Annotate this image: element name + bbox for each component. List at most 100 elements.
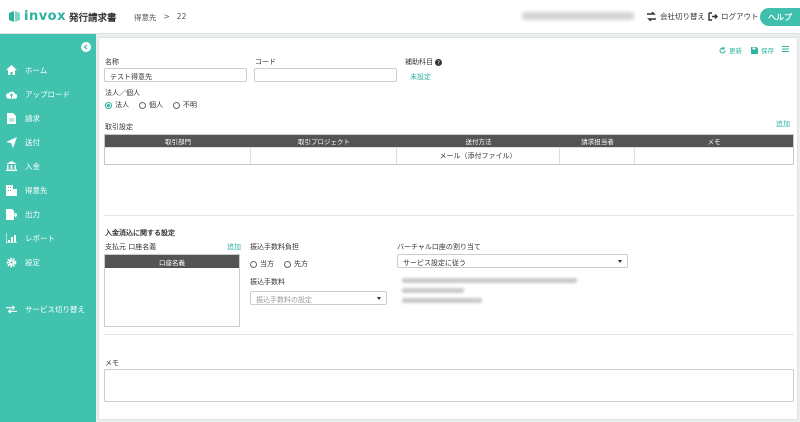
memo-textarea[interactable] [104, 369, 794, 402]
arrow-left-icon [83, 44, 88, 50]
customer-detail-panel: 更新 保存 名称 テスト得意先 コード 補助科目 ? 未設定 法人／個人 法人 … [98, 37, 798, 420]
entity-label: 法人／個人 [105, 89, 140, 97]
breadcrumb-current: 22 [176, 12, 187, 21]
sidebar-item-label: ホーム [25, 65, 48, 75]
radio-label: 不明 [183, 101, 197, 109]
save-button[interactable]: 保存 [751, 45, 774, 55]
sidebar-item-settings[interactable]: 設定 [0, 250, 96, 274]
transactions-add-link[interactable]: 追加 [776, 119, 790, 129]
breadcrumb: 得意先 > 22 [134, 12, 186, 23]
code-label: コード [255, 58, 276, 66]
table-header: 取引部門 取引プロジェクト 送付方法 請求担当者 メモ [105, 135, 793, 147]
radio-icon [139, 101, 146, 109]
column-header: 取引部門 [165, 138, 191, 146]
chevron-down-icon [618, 260, 622, 263]
user-name-blurred [522, 12, 634, 20]
sidebar: ホーム アップロード 請求 送付 入金 得意先 出力 レポート 設定 サービス切… [0, 34, 96, 422]
breadcrumb-customers[interactable]: 得意先 [134, 12, 157, 23]
help-button[interactable]: ヘルプ [760, 8, 800, 26]
logo-subtitle: 発行請求書 [69, 12, 117, 24]
logo[interactable]: invox 発行請求書 [8, 9, 117, 24]
radio-selected-icon [105, 101, 112, 109]
cloud-upload-icon [6, 89, 17, 100]
account-holder-label: 支払元 口座名義 [105, 243, 157, 251]
send-icon [6, 136, 17, 148]
app-header: invox 発行請求書 得意先 > 22 会社切り替え ログアウト ヘルプ [0, 0, 800, 34]
virtual-account-info-blurred [402, 288, 464, 293]
sidebar-item-label: レポート [25, 233, 55, 243]
logout-label: ログアウト [721, 12, 759, 21]
company-switch-button[interactable]: 会社切り替え [646, 11, 705, 22]
transactions-table: 取引部門 取引プロジェクト 送付方法 請求担当者 メモ メール（添付ファイル） [104, 134, 794, 165]
subaccount-label-group: 補助科目 ? [405, 57, 442, 67]
sidebar-item-service-switch[interactable]: サービス切り替え [0, 297, 96, 321]
account-holder-header: 口座名義 [105, 255, 239, 268]
gear-icon [6, 257, 17, 268]
sidebar-item-payments[interactable]: 入金 [0, 154, 96, 178]
sidebar-item-label: サービス切り替え [25, 304, 85, 314]
column-header: 取引プロジェクト [298, 138, 350, 146]
fee-burden-radio-theirs[interactable]: 先方 [284, 259, 308, 269]
memo-label: メモ [105, 359, 119, 367]
sidebar-item-invoices[interactable]: 請求 [0, 106, 96, 130]
transfer-fee-select[interactable]: 振込手数料の設定 [250, 291, 387, 305]
section-divider [104, 334, 794, 335]
refresh-label: 更新 [729, 47, 742, 55]
document-icon [6, 112, 17, 124]
radio-icon [250, 260, 257, 268]
payment-section-title: 入金消込に関する設定 [105, 229, 175, 237]
table-cell [251, 148, 397, 164]
radio-label: 当方 [260, 260, 274, 268]
entity-radio-group: 法人 個人 不明 [105, 100, 207, 110]
sidebar-item-send[interactable]: 送付 [0, 130, 96, 154]
menu-icon[interactable] [782, 46, 789, 54]
subaccount-label: 補助科目 [405, 58, 433, 66]
entity-radio-corporation[interactable]: 法人 [105, 100, 129, 110]
save-icon [751, 46, 758, 54]
refresh-icon [719, 46, 726, 53]
table-row[interactable]: メール（添付ファイル） [105, 147, 793, 164]
sidebar-item-customers[interactable]: 得意先 [0, 178, 96, 202]
sidebar-item-home[interactable]: ホーム [0, 58, 96, 82]
sidebar-collapse-button[interactable] [81, 42, 91, 52]
sidebar-item-label: 得意先 [25, 185, 48, 195]
export-icon [6, 208, 17, 220]
radio-icon [284, 260, 291, 268]
radio-label: 個人 [149, 101, 163, 109]
code-input[interactable] [254, 68, 397, 82]
save-label: 保存 [761, 47, 774, 55]
table-cell [105, 148, 251, 164]
fee-burden-radio-ours[interactable]: 当方 [250, 259, 274, 269]
transfer-fee-placeholder: 振込手数料の設定 [256, 296, 312, 304]
subaccount-unset-link[interactable]: 未設定 [410, 72, 431, 82]
virtual-account-select[interactable]: サービス設定に従う [397, 254, 628, 268]
sidebar-item-label: 請求 [25, 113, 40, 123]
sidebar-item-export[interactable]: 出力 [0, 202, 96, 226]
sidebar-item-upload[interactable]: アップロード [0, 82, 96, 106]
radio-label: 先方 [294, 260, 308, 268]
entity-radio-individual[interactable]: 個人 [139, 100, 163, 110]
virtual-account-info-blurred [402, 278, 577, 283]
sidebar-item-label: 設定 [25, 257, 40, 267]
refresh-button[interactable]: 更新 [719, 45, 742, 55]
company-switch-label: 会社切り替え [660, 12, 705, 21]
fee-burden-radio-group: 当方 先方 [250, 259, 318, 269]
question-circle-icon[interactable]: ? [435, 58, 442, 66]
building-icon [6, 184, 17, 196]
chart-icon [6, 233, 17, 244]
transfer-fee-label: 振込手数料 [250, 278, 285, 286]
logout-button[interactable]: ログアウト [708, 11, 759, 22]
sidebar-item-reports[interactable]: レポート [0, 226, 96, 250]
virtual-account-value: サービス設定に従う [403, 259, 466, 267]
virtual-account-label: バーチャル口座の割り当て [397, 243, 481, 251]
name-input[interactable]: テスト得意先 [104, 68, 247, 82]
logout-icon [708, 12, 718, 21]
sidebar-item-label: アップロード [25, 89, 70, 99]
account-add-link[interactable]: 追加 [227, 242, 241, 252]
entity-radio-unknown[interactable]: 不明 [173, 100, 197, 110]
sidebar-item-label: 入金 [25, 161, 40, 171]
fee-burden-label: 振込手数料負担 [250, 243, 299, 251]
column-header: 送付方法 [465, 138, 492, 146]
home-icon [6, 65, 17, 76]
sidebar-item-label: 送付 [25, 137, 40, 147]
